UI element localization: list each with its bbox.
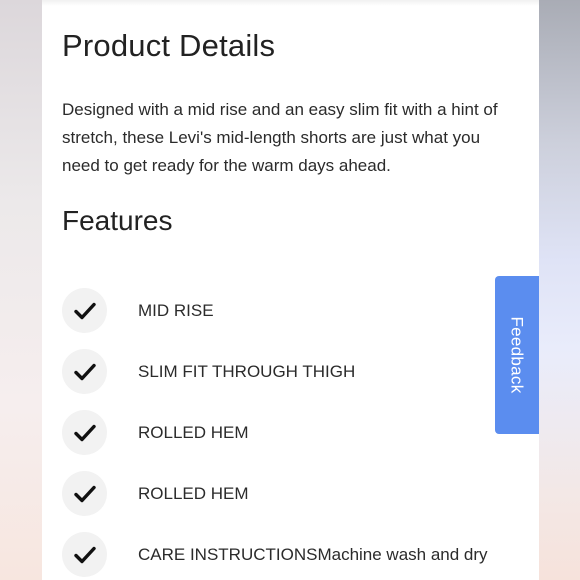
feature-label: MID RISE — [138, 300, 214, 320]
page-title: Product Details — [62, 28, 276, 63]
features-heading: Features — [62, 205, 173, 236]
feature-label: SLIM FIT THROUGH THIGH — [138, 361, 356, 381]
product-description: Designed with a mid rise and an easy sli… — [62, 100, 498, 175]
feature-item: CARE INSTRUCTIONSMachine wash and dry — [62, 524, 488, 580]
feature-label: CARE INSTRUCTIONSMachine wash and dry — [138, 544, 488, 564]
check-icon — [62, 471, 107, 516]
card-top-edge — [42, 0, 539, 6]
feature-item: MID RISE — [62, 280, 488, 341]
check-icon — [62, 532, 107, 577]
background-left — [0, 0, 42, 580]
feedback-button[interactable]: Feedback — [495, 276, 539, 434]
feedback-label: Feedback — [508, 316, 527, 394]
feature-item: ROLLED HEM — [62, 463, 488, 524]
feature-item: SLIM FIT THROUGH THIGH — [62, 341, 488, 402]
feature-label: ROLLED HEM — [138, 483, 249, 503]
check-icon — [62, 410, 107, 455]
features-list: MID RISE SLIM FIT THROUGH THIGH ROLLED H… — [62, 280, 488, 580]
check-icon — [62, 349, 107, 394]
check-icon — [62, 288, 107, 333]
feature-item: ROLLED HEM — [62, 402, 488, 463]
feature-label: ROLLED HEM — [138, 422, 249, 442]
background-right — [538, 0, 580, 580]
product-details-card: Product Details Designed with a mid rise… — [42, 0, 539, 580]
